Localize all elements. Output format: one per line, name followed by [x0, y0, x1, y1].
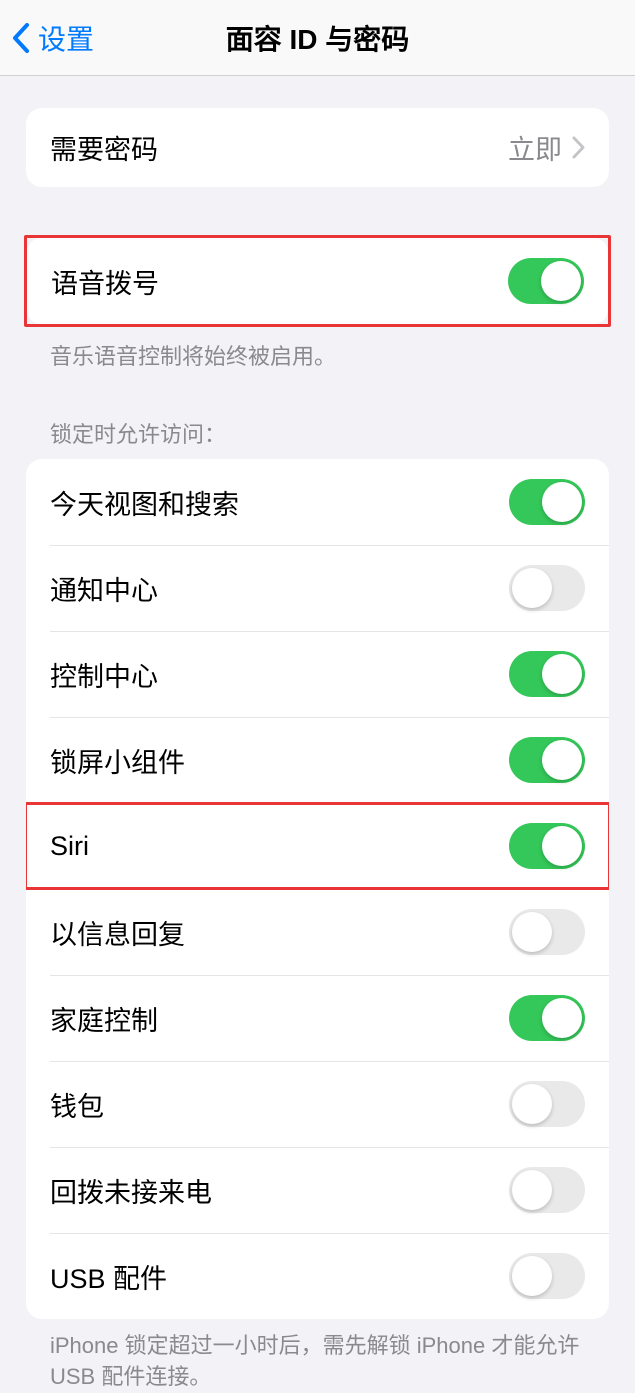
nav-bar: 设置 面容 ID 与密码 [0, 0, 635, 76]
allow-locked-row: 钱包 [26, 1061, 609, 1147]
allow-locked-row: 今天视图和搜索 [26, 459, 609, 545]
allow-locked-row: 控制中心 [26, 631, 609, 717]
allow-locked-row: Siri [26, 803, 609, 889]
allow-locked-toggle[interactable] [509, 565, 585, 611]
allow-locked-label: 家庭控制 [50, 999, 158, 1038]
allow-locked-label: USB 配件 [50, 1257, 167, 1296]
allow-locked-row: 家庭控制 [26, 975, 609, 1061]
voice-dial-toggle[interactable] [508, 258, 584, 304]
require-passcode-value: 立即 [508, 128, 585, 167]
allow-locked-label: 钱包 [50, 1085, 104, 1124]
chevron-left-icon [12, 23, 30, 53]
allow-locked-row: 回拨未接来电 [26, 1147, 609, 1233]
voice-dial-row: 语音拨号 [27, 238, 608, 324]
allow-locked-toggle[interactable] [509, 479, 585, 525]
allow-locked-toggle[interactable] [509, 737, 585, 783]
allow-locked-label: 今天视图和搜索 [50, 483, 239, 522]
allow-locked-toggle[interactable] [509, 909, 585, 955]
allow-locked-label: 以信息回复 [50, 913, 185, 952]
allow-locked-row: 以信息回复 [26, 889, 609, 975]
voice-dial-label: 语音拨号 [51, 262, 159, 301]
require-passcode-group: 需要密码 立即 [0, 108, 635, 187]
page-title: 面容 ID 与密码 [226, 18, 410, 58]
allow-when-locked-footer: iPhone 锁定超过一小时后，需先解锁 iPhone 才能允许 USB 配件连… [0, 1319, 635, 1393]
allow-locked-label: 回拨未接来电 [50, 1171, 212, 1210]
allow-locked-label: 锁屏小组件 [50, 741, 185, 780]
allow-locked-toggle[interactable] [509, 1081, 585, 1127]
voice-dial-group: 语音拨号 音乐语音控制将始终被启用。 [0, 235, 635, 371]
require-passcode-label: 需要密码 [50, 128, 158, 167]
allow-locked-toggle[interactable] [509, 823, 585, 869]
allow-locked-row: 锁屏小组件 [26, 717, 609, 803]
allow-when-locked-group: 锁定时允许访问： 今天视图和搜索通知中心控制中心锁屏小组件 Siri 以信息回复家庭… [0, 407, 635, 1393]
highlight-voice-dial: 语音拨号 [24, 235, 611, 327]
allow-locked-row: USB 配件 [26, 1233, 609, 1319]
allow-locked-label: 通知中心 [50, 569, 158, 608]
require-passcode-row[interactable]: 需要密码 立即 [26, 108, 609, 187]
allow-locked-toggle[interactable] [509, 651, 585, 697]
allow-locked-label: 控制中心 [50, 655, 158, 694]
voice-dial-footer: 音乐语音控制将始终被启用。 [0, 327, 635, 371]
allow-locked-toggle[interactable] [509, 995, 585, 1041]
allow-when-locked-list: 今天视图和搜索通知中心控制中心锁屏小组件 Siri 以信息回复家庭控制钱包回拨未接来… [26, 459, 609, 1319]
back-label: 设置 [38, 18, 94, 58]
back-button[interactable]: 设置 [0, 18, 94, 58]
allow-when-locked-header: 锁定时允许访问： [0, 407, 635, 459]
allow-locked-toggle[interactable] [509, 1253, 585, 1299]
allow-locked-label: Siri [50, 831, 89, 862]
allow-locked-row: 通知中心 [26, 545, 609, 631]
chevron-right-icon [572, 136, 585, 159]
allow-locked-toggle[interactable] [509, 1167, 585, 1213]
